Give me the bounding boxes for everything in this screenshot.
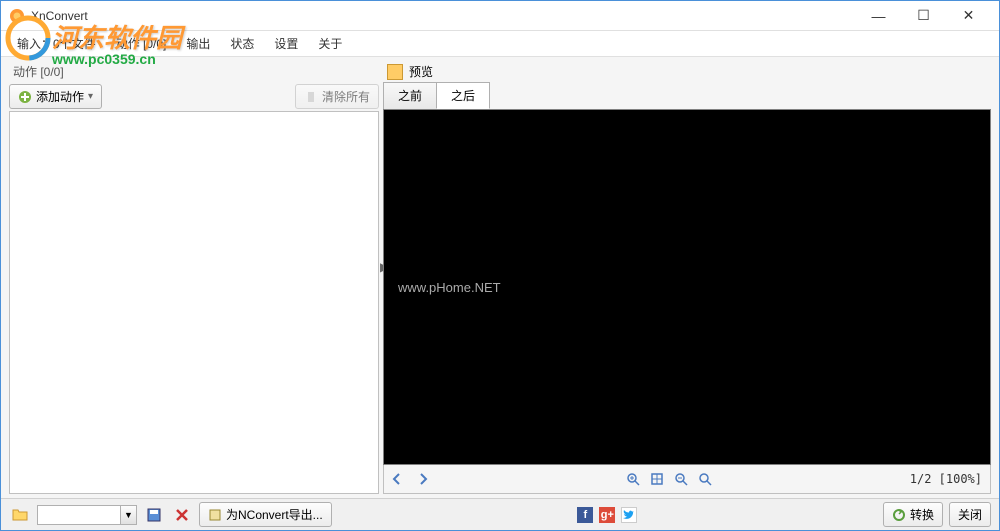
convert-button[interactable]: 转换 (883, 502, 943, 527)
broom-icon (304, 90, 318, 104)
close-app-button[interactable]: 关闭 (949, 502, 991, 527)
menu-settings[interactable]: 设置 (264, 31, 308, 56)
left-panel: 动作 [0/0] 添加动作 ▾ 清除所有 (9, 61, 379, 494)
preset-dropdown[interactable]: ▼ (37, 505, 137, 525)
menu-about[interactable]: 关于 (308, 31, 352, 56)
clear-all-label: 清除所有 (322, 88, 370, 105)
zoom-out-button[interactable] (670, 469, 692, 489)
preview-image-area[interactable]: www.pHome.NET (383, 109, 991, 465)
tab-before[interactable]: 之前 (383, 82, 437, 109)
convert-icon (892, 508, 906, 522)
actions-header: 动作 [0/0] (9, 61, 379, 82)
maximize-button[interactable]: ☐ (901, 2, 946, 30)
export-label: 为NConvert导出... (226, 506, 323, 523)
menubar: 输入：0个文件 动作 [0/0] 输出 状态 设置 关于 (1, 31, 999, 57)
menu-actions[interactable]: 动作 [0/0] (106, 31, 177, 56)
tab-after[interactable]: 之后 (436, 82, 490, 109)
nav-next-button[interactable] (412, 469, 434, 489)
twitter-icon[interactable] (621, 507, 637, 523)
close-button[interactable]: ✕ (946, 2, 991, 30)
zoom-in-button[interactable] (622, 469, 644, 489)
close-label: 关闭 (958, 506, 982, 523)
menu-input[interactable]: 输入：0个文件 (7, 31, 106, 56)
nav-prev-button[interactable] (386, 469, 408, 489)
open-folder-button[interactable] (9, 504, 31, 526)
export-nconvert-button[interactable]: 为NConvert导出... (199, 502, 332, 527)
add-action-button[interactable]: 添加动作 ▾ (9, 84, 102, 109)
social-icons: f g+ (577, 507, 637, 523)
convert-label: 转换 (910, 506, 934, 523)
chevron-down-icon: ▼ (120, 506, 136, 524)
minimize-button[interactable]: — (856, 2, 901, 30)
actions-list[interactable] (9, 111, 379, 494)
zoom-reset-button[interactable] (694, 469, 716, 489)
titlebar: XnConvert — ☐ ✕ (1, 1, 999, 31)
facebook-icon[interactable]: f (577, 507, 593, 523)
chevron-down-icon: ▾ (88, 91, 93, 102)
zoom-info: 1/2 [100%] (904, 472, 988, 486)
app-icon (9, 8, 25, 24)
save-button[interactable] (143, 504, 165, 526)
zoom-fit-button[interactable] (646, 469, 668, 489)
add-action-label: 添加动作 (36, 88, 84, 105)
menu-output[interactable]: 输出 (176, 31, 220, 56)
window-title: XnConvert (31, 9, 856, 23)
preview-tabs: 之前 之后 (383, 82, 991, 109)
preview-icon (387, 64, 403, 80)
plus-icon (18, 90, 32, 104)
menu-status[interactable]: 状态 (220, 31, 264, 56)
preview-watermark: www.pHome.NET (398, 280, 501, 295)
right-panel: 预览 之前 之后 www.pHome.NET (383, 61, 991, 494)
clear-all-button[interactable]: 清除所有 (295, 84, 379, 109)
export-icon (208, 508, 222, 522)
preview-label: 预览 (409, 63, 433, 80)
googleplus-icon[interactable]: g+ (599, 507, 615, 523)
delete-button[interactable] (171, 504, 193, 526)
bottom-toolbar: ▼ 为NConvert导出... f g+ 转换 (1, 498, 999, 530)
